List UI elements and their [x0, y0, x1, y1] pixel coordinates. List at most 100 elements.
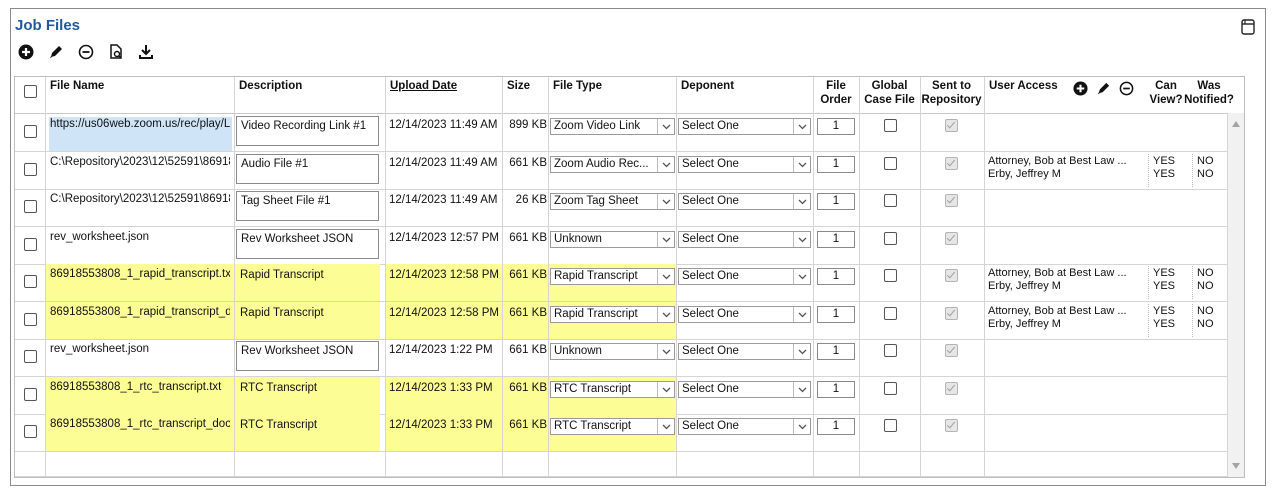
access-user-name[interactable]: Erby, Jeffrey M [988, 318, 1145, 331]
dropdown-arrow[interactable] [657, 194, 674, 209]
dropdown-arrow[interactable] [793, 382, 810, 397]
dropdown-arrow[interactable] [793, 307, 810, 322]
grid-scrollbar[interactable] [1227, 113, 1244, 477]
description-field[interactable]: Rev Worksheet JSON [236, 341, 379, 371]
access-user-name[interactable]: Erby, Jeffrey M [988, 280, 1145, 293]
table-row[interactable]: 86918553808_1_rtc_transcript_doc.docxRTC… [15, 414, 1244, 452]
download-file-button[interactable] [137, 43, 155, 61]
header-user-access[interactable]: User Access [984, 77, 1074, 113]
deponent-select[interactable]: Select One [678, 156, 811, 173]
edit-file-button[interactable] [47, 43, 65, 61]
file-order-input[interactable]: 1 [817, 231, 855, 248]
file-type-select[interactable]: RTC Transcript [550, 381, 675, 398]
description-field[interactable]: Rapid Transcript [236, 304, 379, 334]
global-case-file-checkbox[interactable] [884, 419, 897, 432]
global-case-file-checkbox[interactable] [884, 119, 897, 132]
table-row[interactable]: C:\Repository\2023\12\52591\86918553808_… [15, 152, 1244, 190]
dropdown-arrow[interactable] [657, 157, 674, 172]
dropdown-arrow[interactable] [793, 232, 810, 247]
file-name-cell[interactable]: C:\Repository\2023\12\52591\86918553808_… [50, 155, 230, 185]
header-upload-date[interactable]: Upload Date [385, 77, 505, 113]
description-field[interactable]: Tag Sheet File #1 [236, 191, 379, 221]
file-order-input[interactable]: 1 [817, 268, 855, 285]
header-file-type[interactable]: File Type [548, 77, 676, 113]
header-was-notified[interactable]: Was Notified? [1184, 77, 1234, 115]
table-row[interactable]: https://us06web.zoom.us/rec/play/LI07Jbo… [15, 114, 1244, 152]
row-select-checkbox[interactable] [24, 163, 37, 176]
row-select-checkbox[interactable] [24, 238, 37, 251]
file-type-select[interactable]: Zoom Tag Sheet [550, 193, 675, 210]
file-order-input[interactable]: 1 [817, 118, 855, 135]
global-case-file-checkbox[interactable] [884, 232, 897, 245]
description-field[interactable]: Rev Worksheet JSON [236, 229, 379, 259]
file-name-cell[interactable]: rev_worksheet.json [50, 230, 230, 260]
global-case-file-checkbox[interactable] [884, 269, 897, 282]
dropdown-arrow[interactable] [657, 344, 674, 359]
dropdown-arrow[interactable] [657, 119, 674, 134]
header-can-view[interactable]: Can View? [1148, 77, 1184, 115]
global-case-file-checkbox[interactable] [884, 382, 897, 395]
dropdown-arrow[interactable] [657, 232, 674, 247]
row-select-checkbox[interactable] [24, 313, 37, 326]
scroll-down-icon[interactable] [1232, 463, 1240, 469]
access-user-name[interactable]: Attorney, Bob at Best Law ... [988, 305, 1145, 318]
file-name-cell[interactable]: 86918553808_1_rapid_transcript_doc.docx [50, 305, 230, 335]
scroll-up-icon[interactable] [1232, 121, 1240, 127]
table-row[interactable]: rev_worksheet.json Rev Worksheet JSON 12/1… [15, 339, 1244, 377]
file-order-input[interactable]: 1 [817, 156, 855, 173]
table-row[interactable]: 86918553808_1_rtc_transcript.txt RTC Tran… [15, 377, 1244, 415]
table-row[interactable]: 86918553808_1_rapid_transcript_doc.docxR… [15, 302, 1244, 340]
edit-access-button[interactable] [1096, 81, 1111, 99]
add-access-button[interactable] [1073, 81, 1088, 99]
header-sent-to-repository[interactable]: Sent to Repository [920, 77, 983, 115]
file-type-select[interactable]: Rapid Transcript [550, 306, 675, 323]
add-file-button[interactable] [17, 43, 35, 61]
dropdown-arrow[interactable] [793, 119, 810, 134]
header-file-order[interactable]: File Order [813, 77, 859, 115]
file-type-select[interactable]: Unknown [550, 343, 675, 360]
header-file-name[interactable]: File Name [45, 77, 235, 113]
dropdown-arrow[interactable] [657, 307, 674, 322]
dropdown-arrow[interactable] [657, 269, 674, 284]
panel-options-icon[interactable] [1241, 19, 1255, 38]
file-order-input[interactable]: 1 [817, 418, 855, 435]
header-description[interactable]: Description [234, 77, 384, 113]
table-row[interactable]: C:\Repository\2023\12\52591\86918553808_… [15, 189, 1244, 227]
table-row[interactable]: rev_worksheet.json Rev Worksheet JSON 12/1… [15, 227, 1244, 265]
header-size[interactable]: Size [502, 77, 549, 113]
row-select-checkbox[interactable] [24, 350, 37, 363]
global-case-file-checkbox[interactable] [884, 194, 897, 207]
description-field[interactable]: RTC Transcript [236, 379, 379, 409]
description-field[interactable]: RTC Transcript [236, 416, 379, 446]
access-user-name[interactable]: Attorney, Bob at Best Law ... [988, 155, 1145, 168]
file-name-cell[interactable]: rev_worksheet.json [50, 342, 230, 372]
dropdown-arrow[interactable] [657, 382, 674, 397]
dropdown-arrow[interactable] [793, 419, 810, 434]
global-case-file-checkbox[interactable] [884, 157, 897, 170]
deponent-select[interactable]: Select One [678, 231, 811, 248]
file-type-select[interactable]: Zoom Video Link [550, 118, 675, 135]
file-order-input[interactable]: 1 [817, 193, 855, 210]
row-select-checkbox[interactable] [24, 125, 37, 138]
deponent-select[interactable]: Select One [678, 381, 811, 398]
row-select-checkbox[interactable] [24, 200, 37, 213]
remove-file-button[interactable] [77, 43, 95, 61]
table-row[interactable]: 86918553808_1_rapid_transcript.txt Rapid … [15, 264, 1244, 302]
deponent-select[interactable]: Select One [678, 193, 811, 210]
deponent-select[interactable]: Select One [678, 418, 811, 435]
dropdown-arrow[interactable] [793, 194, 810, 209]
file-type-select[interactable]: Zoom Audio Rec... [550, 156, 675, 173]
deponent-select[interactable]: Select One [678, 268, 811, 285]
dropdown-arrow[interactable] [793, 344, 810, 359]
remove-access-button[interactable] [1119, 81, 1134, 99]
global-case-file-checkbox[interactable] [884, 307, 897, 320]
file-name-cell[interactable]: https://us06web.zoom.us/rec/play/LI07Jbo… [50, 117, 230, 147]
file-order-input[interactable]: 1 [817, 381, 855, 398]
dropdown-arrow[interactable] [793, 269, 810, 284]
file-type-select[interactable]: Rapid Transcript [550, 268, 675, 285]
file-name-cell[interactable]: 86918553808_1_rtc_transcript.txt [50, 380, 230, 410]
deponent-select[interactable]: Select One [678, 306, 811, 323]
deponent-select[interactable]: Select One [678, 343, 811, 360]
deponent-select[interactable]: Select One [678, 118, 811, 135]
row-select-checkbox[interactable] [24, 275, 37, 288]
